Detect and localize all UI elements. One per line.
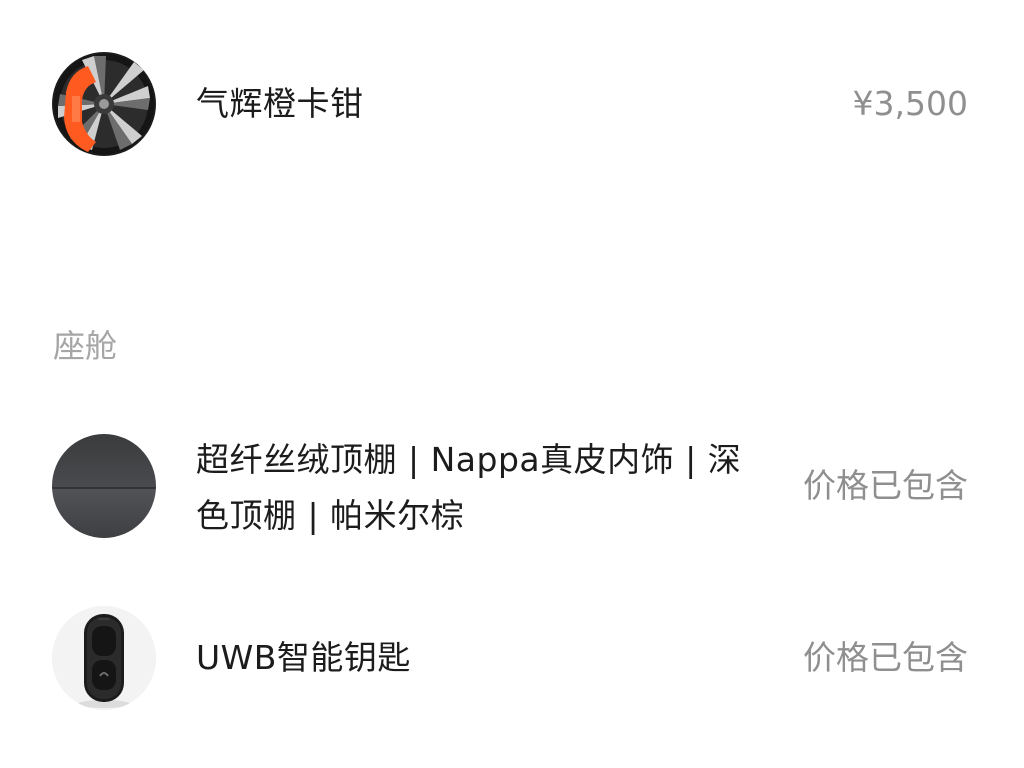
section-title-cabin: 座舱 xyxy=(53,327,118,365)
interior-title-line-1: 超纤丝绒顶棚 | Nappa真皮内饰 | 深 xyxy=(196,440,742,479)
uwb-key-price: 价格已包含 xyxy=(803,638,968,677)
caliper-price: ¥3,500 xyxy=(852,84,968,123)
interior-price: 价格已包含 xyxy=(803,466,968,505)
key-fob-thumbnail xyxy=(52,606,156,710)
uwb-key-title: UWB智能钥匙 xyxy=(196,638,411,677)
option-row-uwb-key[interactable]: UWB智能钥匙 价格已包含 xyxy=(0,604,1024,714)
option-row-interior[interactable]: 超纤丝绒顶棚 | Nappa真皮内饰 | 深 色顶棚 | 帕米尔棕 价格已包含 xyxy=(0,430,1024,550)
caliper-wheel-thumbnail xyxy=(52,52,156,156)
caliper-wheel-icon xyxy=(52,52,156,156)
option-row-caliper[interactable]: 气辉橙卡钳 ¥3,500 xyxy=(0,50,1024,160)
caliper-title: 气辉橙卡钳 xyxy=(196,84,364,123)
interior-title-line-2: 色顶棚 | 帕米尔棕 xyxy=(196,496,465,535)
car-key-icon xyxy=(52,606,156,710)
headliner-swatch-thumbnail xyxy=(52,434,156,538)
headliner-swatch-icon xyxy=(52,434,156,538)
